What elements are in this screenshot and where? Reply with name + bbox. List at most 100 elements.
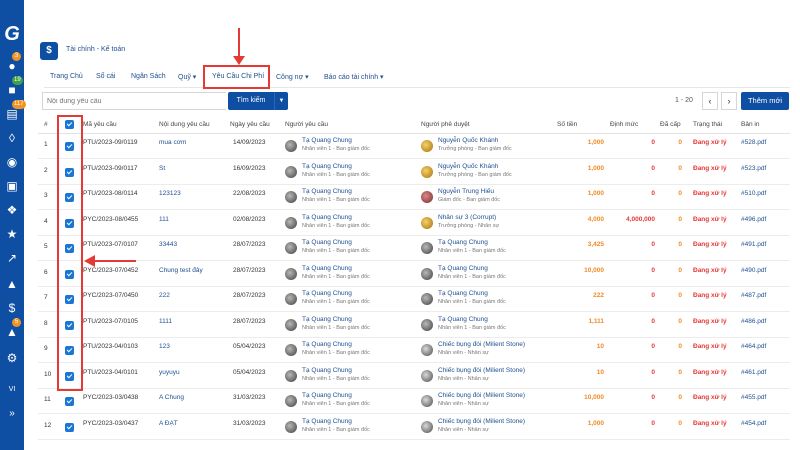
request-content-link[interactable]: mua cơm (159, 139, 186, 146)
nav-ledger[interactable]: Sổ cái (96, 73, 115, 80)
nav-debt[interactable]: Công nợ ▾ (276, 73, 309, 81)
language-switch[interactable]: VI (0, 386, 24, 393)
requester-name[interactable]: Tạ Quang Chung (302, 214, 352, 221)
search-input[interactable] (42, 92, 226, 110)
request-content-link[interactable]: A Chung (159, 394, 184, 401)
request-content-link[interactable]: 123123 (159, 190, 181, 197)
column-header-approver[interactable]: Người phê duyệt (421, 121, 470, 128)
approver-name[interactable]: Tạ Quang Chung (438, 290, 488, 297)
request-content-link[interactable]: 222 (159, 292, 170, 299)
request-content-link[interactable]: 123 (159, 343, 170, 350)
requester-name[interactable]: Tạ Quang Chung (302, 341, 352, 348)
print-pdf-link[interactable]: #523.pdf (741, 165, 766, 172)
request-content-link[interactable]: A ĐẠT (159, 420, 178, 427)
requester-name[interactable]: Tạ Quang Chung (302, 163, 352, 170)
approver-name[interactable]: Tạ Quang Chung (438, 239, 488, 246)
approver-name[interactable]: Chiếc bụng đói (Milient Stone) (438, 367, 525, 374)
table-row[interactable]: 6 PYC/2023-07/0452 Chung test đây 28/07/202… (38, 262, 790, 287)
print-pdf-link[interactable]: #490.pdf (741, 267, 766, 274)
table-row[interactable]: 3 PTU/2023-08/0114 123123 22/08/2023 Tạ Quan… (38, 185, 790, 210)
handshake-icon[interactable]: ◊ (4, 130, 20, 146)
star-icon[interactable]: ★ (4, 226, 20, 242)
prev-page-button[interactable]: ‹ (702, 92, 718, 110)
next-page-button[interactable]: › (721, 92, 737, 110)
column-header-quota[interactable]: Định mức (610, 121, 638, 128)
search-options-dropdown[interactable]: ▼ (274, 92, 288, 110)
gear-icon[interactable]: ⚙ (4, 350, 20, 366)
table-row[interactable]: 2 PTU/2023-09/0117 St 16/09/2023 Tạ Quang Ch… (38, 160, 790, 185)
row-checkbox[interactable] (65, 397, 74, 406)
nav-financial-report[interactable]: Báo cáo tài chính ▾ (324, 73, 384, 81)
print-pdf-link[interactable]: #496.pdf (741, 216, 766, 223)
approver-name[interactable]: Chiếc bụng đói (Milient Stone) (438, 341, 525, 348)
network-icon[interactable]: ❖ (4, 202, 20, 218)
annotation-arrow-head (84, 255, 95, 267)
table-row[interactable]: 5 PTU/2023-07/0107 33443 28/07/2023 Tạ Quang… (38, 236, 790, 261)
column-header-amount[interactable]: Số tiền (557, 121, 577, 128)
print-pdf-link[interactable]: #454.pdf (741, 420, 766, 427)
column-header-content[interactable]: Nội dung yêu cầu (159, 121, 210, 128)
module-title[interactable]: Tài chính - Kế toán (66, 46, 125, 53)
table-row[interactable]: 4 PYC/2023-08/0455 111 02/08/2023 Tạ Quang C… (38, 211, 790, 236)
target-icon[interactable]: ◉ (4, 154, 20, 170)
row-checkbox[interactable] (65, 422, 74, 432)
table-row[interactable]: 1 PTU/2023-09/0119 mua cơm 14/09/2023 Tạ Qua… (38, 134, 790, 159)
column-header-status[interactable]: Trạng thái (693, 121, 722, 128)
print-pdf-link[interactable]: #491.pdf (741, 241, 766, 248)
table-row[interactable]: 7 PYC/2023-07/0450 222 28/07/2023 Tạ Quang C… (38, 287, 790, 312)
requester-name[interactable]: Tạ Quang Chung (302, 316, 352, 323)
table-row[interactable]: 12 PYC/2023-03/0437 A ĐẠT 31/03/2023 Tạ Quan… (38, 415, 790, 440)
nav-home[interactable]: Trang Chủ (50, 73, 83, 80)
search-button[interactable]: Tìm kiếm (228, 92, 274, 110)
print-pdf-link[interactable]: #487.pdf (741, 292, 766, 299)
requester-name[interactable]: Tạ Quang Chung (302, 188, 352, 195)
dollar-icon[interactable]: $ (4, 300, 20, 316)
request-content-link[interactable]: St (159, 165, 165, 172)
chart-icon[interactable]: ↗ (4, 250, 20, 266)
request-content-link[interactable]: 111 (159, 216, 169, 223)
print-pdf-link[interactable]: #528.pdf (741, 139, 766, 146)
approver-name[interactable]: Nguyễn Quốc Khánh (438, 137, 498, 144)
approver-name[interactable]: Nhân sự 3 (Corrupt) (438, 214, 496, 221)
column-header-print[interactable]: Bản in (741, 121, 759, 128)
requester-name[interactable]: Tạ Quang Chung (302, 239, 352, 246)
table-row[interactable]: 8 PTU/2023-07/0105 1111 28/07/2023 Tạ Quang … (38, 313, 790, 338)
table-row[interactable]: 9 PTU/2023-04/0103 123 05/04/2023 Tạ Quang C… (38, 338, 790, 363)
column-header-code[interactable]: Mã yêu cầu (83, 121, 117, 128)
app-logo[interactable]: G (2, 22, 22, 46)
approver-role: Giám đốc - Ban giám đốc (438, 197, 501, 203)
column-header-requester[interactable]: Người yêu cầu (285, 121, 328, 128)
table-row[interactable]: 11 PYC/2023-03/0438 A Chung 31/03/2023 Tạ Qu… (38, 389, 790, 414)
approver-name[interactable]: Tạ Quang Chung (438, 265, 488, 272)
print-pdf-link[interactable]: #461.pdf (741, 369, 766, 376)
requester-name[interactable]: Tạ Quang Chung (302, 392, 352, 399)
requester-name[interactable]: Tạ Quang Chung (302, 418, 352, 425)
nav-fund[interactable]: Quỹ ▾ (178, 73, 196, 81)
request-content-link[interactable]: 1111 (159, 318, 172, 325)
nav-budget[interactable]: Ngân Sách (131, 73, 166, 80)
print-pdf-link[interactable]: #510.pdf (741, 190, 766, 197)
request-content-link[interactable]: Chung test đây (159, 267, 203, 274)
approver-name[interactable]: Chiếc bụng đói (Milient Stone) (438, 392, 525, 399)
add-new-button[interactable]: Thêm mới (741, 92, 789, 110)
request-content-link[interactable]: yuyuyu (159, 369, 180, 376)
table-row[interactable]: 10 PTU/2023-04/0101 yuyuyu 05/04/2023 Tạ Qua… (38, 364, 790, 389)
approver-name[interactable]: Nguyễn Trung Hiếu (438, 188, 494, 195)
print-pdf-link[interactable]: #455.pdf (741, 394, 766, 401)
expand-sidebar-icon[interactable]: » (0, 408, 24, 419)
person-icon[interactable]: ▲ (4, 276, 20, 292)
approver-name[interactable]: Nguyễn Quốc Khánh (438, 163, 498, 170)
print-pdf-link[interactable]: #486.pdf (741, 318, 766, 325)
column-header-date[interactable]: Ngày yêu cầu (230, 121, 270, 128)
approver-name[interactable]: Chiếc bụng đói (Milient Stone) (438, 418, 525, 425)
approver-name[interactable]: Tạ Quang Chung (438, 316, 488, 323)
request-content-link[interactable]: 33443 (159, 241, 177, 248)
requester-role: Nhân viên 1 - Ban giám đốc (302, 171, 370, 178)
requester-name[interactable]: Tạ Quang Chung (302, 367, 352, 374)
column-header-paid[interactable]: Đã cấp (660, 121, 681, 128)
print-pdf-link[interactable]: #464.pdf (741, 343, 766, 350)
cart-icon[interactable]: ▣ (4, 178, 20, 194)
requester-name[interactable]: Tạ Quang Chung (302, 290, 352, 297)
requester-name[interactable]: Tạ Quang Chung (302, 137, 352, 144)
requester-name[interactable]: Tạ Quang Chung (302, 265, 352, 272)
